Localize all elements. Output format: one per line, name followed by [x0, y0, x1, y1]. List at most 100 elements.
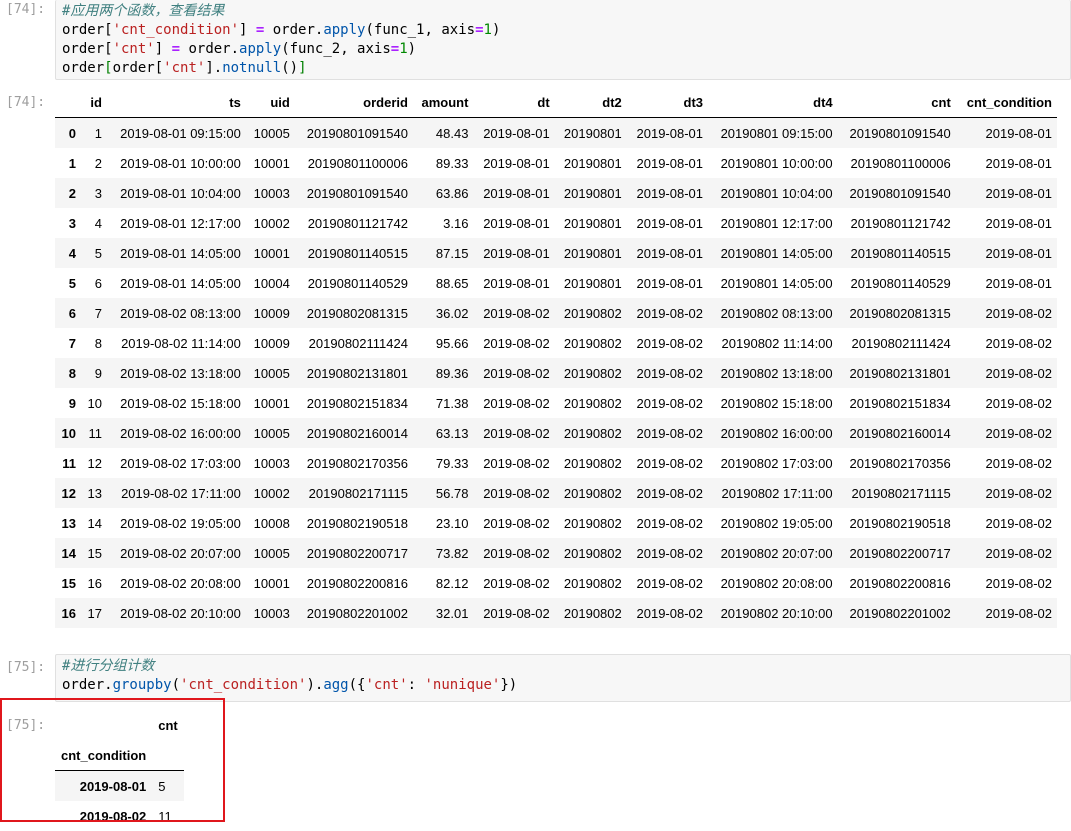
row-index-cell: 3	[68, 215, 76, 231]
table-cell: 2019-08-02	[636, 395, 704, 411]
table-cell: 2019-08-02 15:18:00	[120, 395, 241, 411]
table-cell: 2019-08-02	[636, 485, 704, 501]
row-index-cell: 16	[61, 605, 76, 621]
column-header: cnt_condition	[955, 87, 1057, 118]
table-cell: 10009	[253, 305, 290, 321]
table-cell: 2019-08-02	[483, 365, 550, 381]
row-index-cell: 15	[61, 575, 76, 591]
code-token: (func_2, axis	[281, 41, 391, 57]
table-cell: 20190801121742	[307, 215, 408, 231]
row-index-cell: 8	[68, 365, 76, 381]
code-cell-75[interactable]: #进行分组计数 order.groupby('cnt_condition').ag…	[55, 654, 1071, 702]
table-cell: 2019-08-01	[985, 275, 1053, 291]
table-cell: 20190802200816	[849, 575, 951, 591]
table-cell: 2019-08-02	[636, 515, 704, 531]
table-cell: 2019-08-01	[483, 245, 550, 261]
groupby-blank-header	[55, 710, 152, 740]
groupby-index-cell: 2019-08-02	[79, 808, 147, 824]
table-cell: 73.82	[435, 545, 469, 561]
code-cell-74[interactable]: #应用两个函数，查看结果 order['cnt_condition'] = ord…	[55, 0, 1071, 80]
table-cell: 8	[94, 335, 102, 351]
table-row: 9 10 2019-08-02 15:18:00 10001 2019080215183…	[55, 388, 1057, 418]
code-token: agg	[323, 677, 349, 693]
table-cell: 2019-08-02	[985, 305, 1053, 321]
table-cell: 10001	[253, 575, 290, 591]
table-cell: 20190801 14:05:00	[720, 245, 833, 261]
code-line: order.groupby('cnt_condition').agg({'cnt…	[62, 676, 1064, 695]
code-token: 'cnt_condition'	[112, 22, 240, 38]
table-cell: 87.15	[435, 245, 469, 261]
table-cell: 82.12	[435, 575, 469, 591]
table-cell: 20190801	[563, 185, 622, 201]
table-cell: 20190802 17:03:00	[720, 455, 833, 471]
table-cell: 20190801 10:04:00	[720, 185, 833, 201]
table-cell: 2019-08-01 10:00:00	[120, 155, 241, 171]
table-cell: 20190802	[563, 365, 622, 381]
table-cell: 20190802171115	[308, 485, 408, 501]
column-header: dt2	[554, 87, 627, 118]
code-token: #进行分组计数	[62, 658, 155, 674]
code-token: =	[475, 22, 484, 38]
table-cell: 20190802 13:18:00	[720, 365, 833, 381]
table-cell: 20190802151834	[849, 395, 951, 411]
table-cell: 20190801 09:15:00	[720, 125, 833, 141]
table-cell: 20190802	[563, 455, 622, 471]
table-row: 12 13 2019-08-02 17:11:00 10002 201908021711…	[55, 478, 1057, 508]
table-cell: 10005	[253, 545, 290, 561]
column-header: dt	[473, 87, 555, 118]
code-line: order[order['cnt'].notnull()]	[62, 59, 1064, 78]
table-cell: 20190802111424	[851, 335, 951, 351]
dataframe-header-row: id ts uid orderid amount dt dt2 dt3 dt4 cnt cnt_co…	[55, 87, 1057, 118]
table-row: 1 2 2019-08-01 10:00:00 10001 20190801100006…	[55, 148, 1057, 178]
table-cell: 2019-08-02	[483, 335, 550, 351]
code-token: ]	[154, 41, 172, 57]
code-line: order['cnt_condition'] = order.apply(fun…	[62, 21, 1064, 40]
table-cell: 2	[94, 155, 102, 171]
table-cell: 2019-08-02 11:14:00	[121, 335, 241, 351]
row-index-cell: 7	[68, 335, 76, 351]
table-cell: 2019-08-02	[985, 425, 1053, 441]
table-cell: 20190801	[563, 155, 622, 171]
table-cell: 20190802 16:00:00	[720, 425, 833, 441]
code-token: order[	[62, 41, 113, 57]
table-cell: 2019-08-02 08:13:00	[120, 305, 241, 321]
table-cell: 20190801 12:17:00	[720, 215, 833, 231]
table-row: 8 9 2019-08-02 13:18:00 10005 20190802131801…	[55, 358, 1057, 388]
column-header: amount	[412, 87, 474, 118]
table-cell: 20190802081315	[306, 305, 408, 321]
table-cell: 2019-08-02	[985, 335, 1053, 351]
table-row: 13 14 2019-08-02 19:05:00 10008 201908021905…	[55, 508, 1057, 538]
code-token: =	[171, 41, 181, 57]
table-cell: 2019-08-02	[483, 425, 550, 441]
table-cell: 2019-08-01	[483, 155, 550, 171]
table-cell: 48.43	[435, 125, 469, 141]
table-cell: 20190801 14:05:00	[720, 275, 833, 291]
dataframe-output-74: id ts uid orderid amount dt dt2 dt3 dt4 cnt cnt_co…	[55, 87, 1057, 628]
row-index-cell: 1	[68, 155, 76, 171]
table-cell: 2019-08-01 12:17:00	[120, 215, 241, 231]
table-cell: 20190802 19:05:00	[720, 515, 833, 531]
table-cell: 2019-08-01	[636, 185, 704, 201]
groupby-index-spacer	[152, 740, 184, 771]
table-cell: 10002	[253, 215, 290, 231]
row-index-cell: 9	[68, 395, 76, 411]
table-cell: 63.13	[435, 425, 469, 441]
table-cell: 2019-08-02	[483, 545, 550, 561]
table-cell: 2019-08-02 17:03:00	[120, 455, 241, 471]
table-cell: 20190801 10:00:00	[720, 155, 833, 171]
table-cell: 20190802 17:11:00	[721, 485, 833, 501]
groupby-value-cell: 5	[158, 778, 166, 794]
table-cell: 2019-08-01 10:04:00	[120, 185, 241, 201]
table-cell: 2019-08-01	[985, 155, 1053, 171]
table-cell: 2019-08-01 14:05:00	[120, 245, 241, 261]
table-cell: 89.33	[435, 155, 469, 171]
table-cell: 2019-08-01	[636, 125, 704, 141]
table-cell: 2019-08-02	[985, 395, 1053, 411]
table-cell: 2019-08-01	[985, 185, 1053, 201]
table-cell: 20190802151834	[306, 395, 408, 411]
row-index-cell: 6	[68, 305, 76, 321]
code-line: order['cnt'] = order.apply(func_2, axis=…	[62, 40, 1064, 59]
table-cell: 20190802 11:14:00	[721, 335, 833, 351]
table-cell: 2019-08-02 17:11:00	[121, 485, 241, 501]
table-cell: 20190802 20:07:00	[720, 545, 833, 561]
